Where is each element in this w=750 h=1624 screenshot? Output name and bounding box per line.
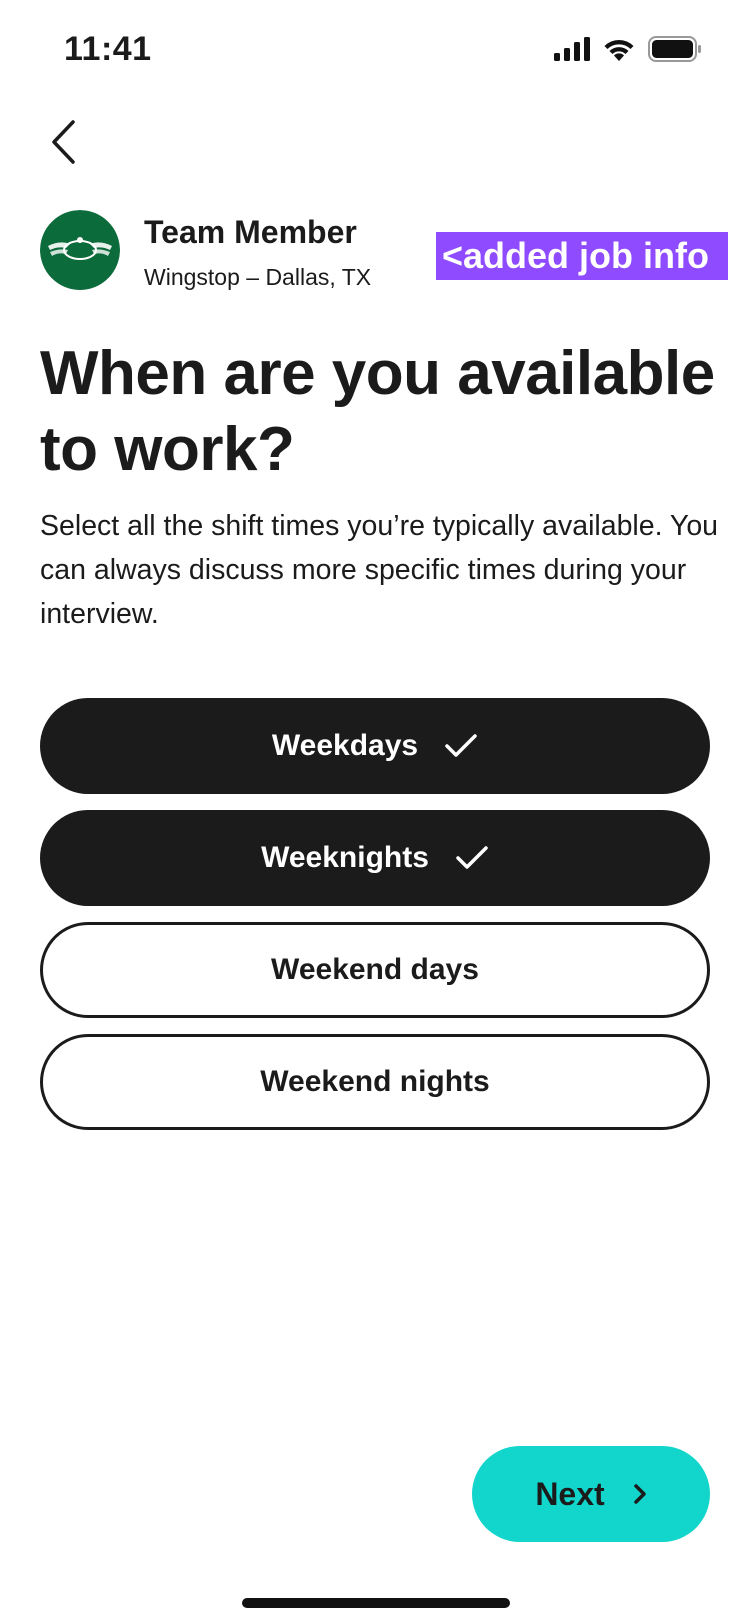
checkmark-icon — [444, 733, 478, 759]
availability-options: Weekdays Weeknights Weekend days Weekend… — [40, 698, 710, 1146]
status-icons — [554, 36, 702, 67]
option-weeknights[interactable]: Weeknights — [40, 810, 710, 906]
chevron-right-icon — [633, 1483, 647, 1505]
page-description: Select all the shift times you’re typica… — [40, 510, 719, 630]
option-label: Weeknights — [261, 841, 429, 874]
option-weekend-days[interactable]: Weekend days — [40, 922, 710, 1018]
status-time: 11:41 — [64, 30, 152, 68]
company-logo — [40, 210, 120, 290]
page-title: When are you available to work? — [40, 339, 715, 484]
option-label: Weekend nights — [260, 1065, 490, 1098]
back-button[interactable] — [42, 118, 84, 170]
battery-icon — [648, 36, 702, 67]
option-weekend-nights[interactable]: Weekend nights — [40, 1034, 710, 1130]
annotation-label: <added job info — [436, 232, 728, 280]
option-weekdays[interactable]: Weekdays — [40, 698, 710, 794]
job-location: Wingstop – Dallas, TX — [144, 264, 372, 290]
next-button-label: Next — [535, 1475, 605, 1512]
wifi-icon — [602, 37, 636, 66]
checkmark-icon — [455, 845, 489, 871]
home-indicator — [242, 1598, 510, 1608]
job-title: Team Member — [144, 214, 357, 250]
cellular-signal-icon — [554, 37, 590, 66]
chevron-left-icon — [49, 119, 77, 170]
next-button[interactable]: Next — [472, 1446, 710, 1542]
option-label: Weekdays — [271, 729, 419, 762]
option-label: Weekend days — [271, 953, 479, 986]
